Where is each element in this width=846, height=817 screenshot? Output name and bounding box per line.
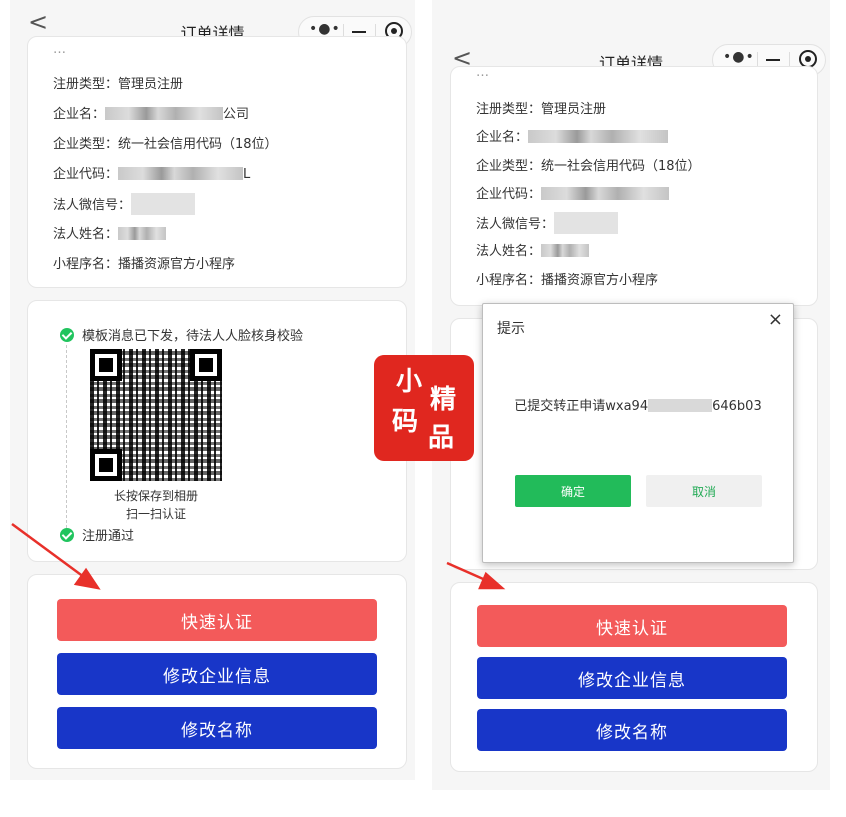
redacted-value	[105, 107, 224, 120]
step-registered: 注册通过	[60, 525, 134, 544]
miniapp-name-row: 小程序名：播播资源官方小程序	[53, 257, 236, 272]
dialog-ok-button[interactable]: 确定	[515, 475, 631, 507]
nav-bar: < 订单详情 •●•	[432, 0, 830, 76]
reg-type-row: 注册类型：管理员注册	[53, 77, 184, 92]
wechat-row: 法人微信号：	[476, 212, 619, 234]
edit-name-button[interactable]: 修改名称	[57, 707, 377, 749]
company-name-row: 企业名：	[476, 126, 669, 145]
legal-name-row: 法人姓名：	[476, 240, 590, 259]
partial-row: …	[53, 42, 66, 57]
company-type-row: 企业类型：统一社会信用代码（18位）	[53, 137, 278, 152]
more-icon[interactable]: •●•	[723, 49, 755, 65]
redacted-value	[131, 193, 196, 215]
minimize-icon[interactable]	[766, 59, 780, 61]
redacted-value	[554, 212, 619, 234]
wechat-row: 法人微信号：	[53, 193, 196, 215]
check-icon	[60, 328, 74, 342]
check-icon	[60, 528, 74, 542]
reg-type-row: 注册类型：管理员注册	[476, 102, 607, 117]
qr-code[interactable]	[90, 349, 222, 481]
left-phone-screen: < 订单详情 •●• … 注册类型：管理员注册 企业名： 公司 企业类型：统一社会…	[10, 0, 415, 780]
redacted-value	[648, 399, 713, 412]
redacted-value	[541, 187, 670, 200]
redacted-value	[541, 244, 590, 257]
dialog-title: 提示	[497, 321, 525, 337]
more-icon[interactable]: •●•	[309, 21, 341, 37]
company-name-row: 企业名： 公司	[53, 107, 250, 122]
confirm-dialog: 提示 × 已提交转正申请wxa94 646b03 确定 取消	[482, 303, 794, 563]
partial-row: …	[476, 65, 489, 80]
redacted-value	[118, 227, 167, 240]
redacted-value	[528, 130, 669, 143]
stamp-char: 品	[428, 423, 455, 453]
stamp-char: 小	[396, 367, 423, 397]
redacted-value	[118, 167, 244, 180]
minimize-icon[interactable]	[352, 31, 366, 33]
company-info-card: … 注册类型：管理员注册 企业名： 企业类型：统一社会信用代码（18位） 企业代…	[450, 65, 818, 306]
dialog-cancel-button[interactable]: 取消	[646, 475, 762, 507]
quick-verify-button[interactable]: 快速认证	[57, 599, 377, 641]
edit-company-info-button[interactable]: 修改企业信息	[57, 653, 377, 695]
legal-name-row: 法人姓名：	[53, 223, 167, 242]
qr-caption-scan: 扫一扫认证	[125, 507, 186, 521]
edit-company-info-button[interactable]: 修改企业信息	[477, 657, 787, 699]
company-type-row: 企业类型：统一社会信用代码（18位）	[476, 159, 701, 174]
stamp-char: 码	[392, 407, 419, 437]
company-code-row: 企业代码： L	[53, 167, 251, 182]
miniapp-name-row: 小程序名：播播资源官方小程序	[476, 273, 659, 288]
actions-card: 快速认证 修改企业信息 修改名称	[450, 582, 818, 772]
seal-stamp: 小 精 码 品	[374, 355, 474, 461]
actions-card: 快速认证 修改企业信息 修改名称	[27, 574, 407, 769]
qr-caption-save: 长按保存到相册	[113, 489, 198, 503]
company-code-row: 企业代码：	[476, 183, 670, 202]
quick-verify-button[interactable]: 快速认证	[477, 605, 787, 647]
dialog-message: 已提交转正申请wxa94 646b03	[514, 399, 762, 414]
edit-name-button[interactable]: 修改名称	[477, 709, 787, 751]
close-icon[interactable]: ×	[768, 309, 783, 330]
stamp-char: 精	[430, 385, 457, 415]
step-template-sent: 模板消息已下发，待法人人脸核身校验	[60, 325, 303, 344]
company-info-card: … 注册类型：管理员注册 企业名： 公司 企业类型：统一社会信用代码（18位） 企…	[27, 36, 407, 288]
verification-progress-card: 模板消息已下发，待法人人脸核身校验 长按保存到相册 扫一扫认证 注册通过	[27, 300, 407, 562]
